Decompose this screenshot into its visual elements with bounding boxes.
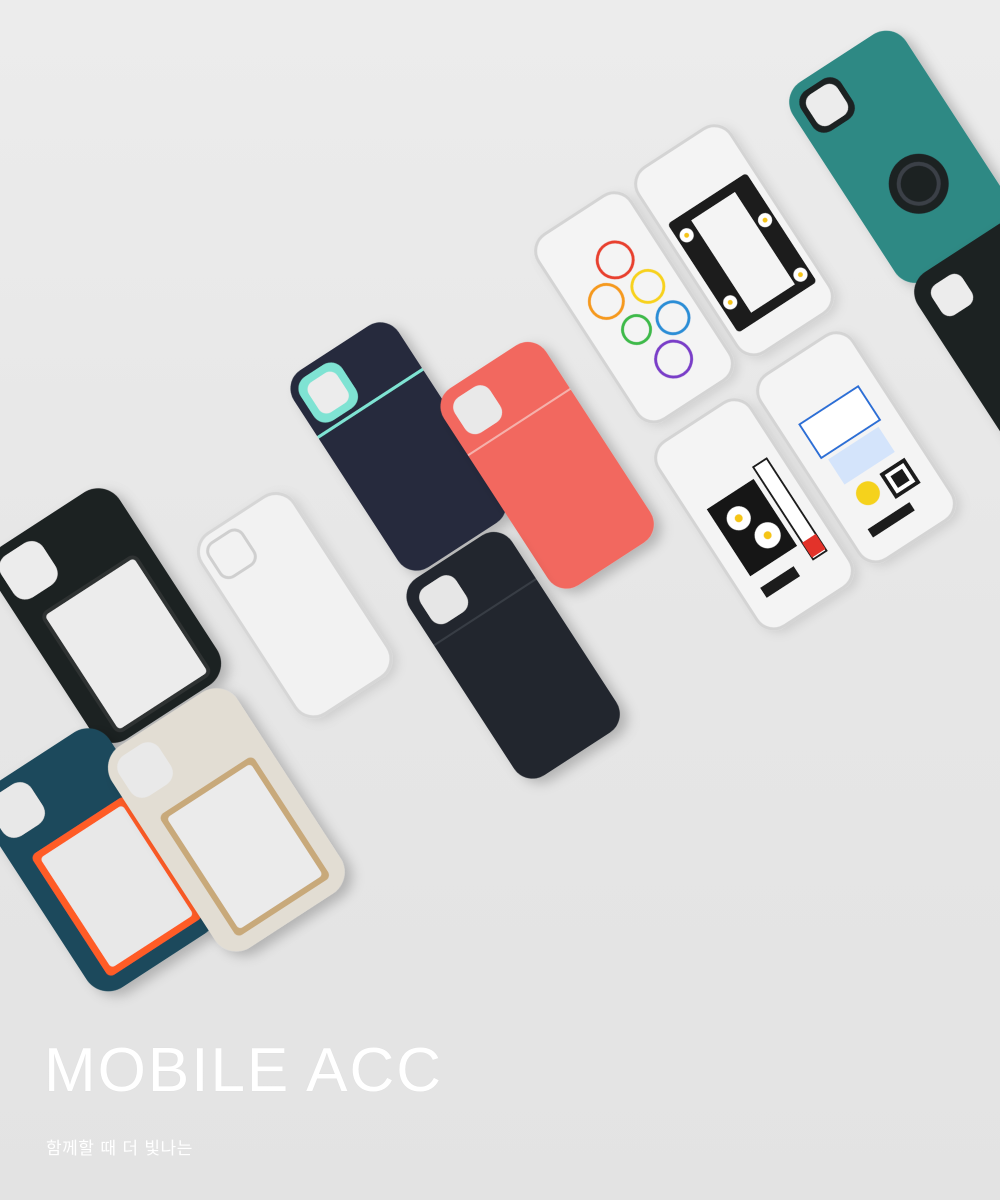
caption-subtitle: 함께할 때 더 빛나는 xyxy=(46,1139,193,1159)
caption-title: MOBILE ACC xyxy=(44,1036,443,1105)
product-photo xyxy=(0,30,1000,992)
